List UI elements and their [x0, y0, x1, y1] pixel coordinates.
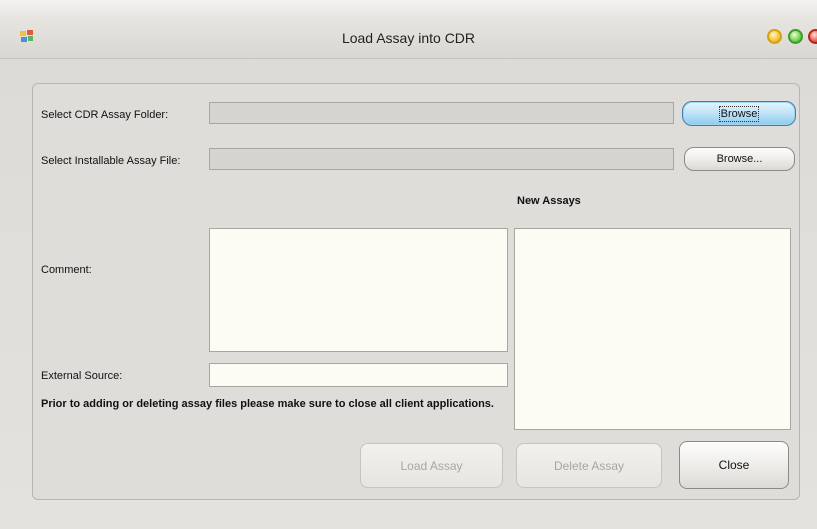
window-title: Load Assay into CDR	[341, 30, 476, 46]
new-assays-list[interactable]	[514, 228, 791, 430]
installable-file-field[interactable]	[209, 148, 674, 170]
browse-cdr-folder-button[interactable]: Browse	[682, 101, 796, 126]
comment-label: Comment:	[41, 264, 92, 276]
load-assay-button[interactable]: Load Assay	[360, 443, 503, 488]
new-assays-label: New Assays	[517, 195, 581, 207]
delete-assay-button[interactable]: Delete Assay	[516, 443, 662, 488]
minimize-button[interactable]	[767, 29, 782, 44]
browse-cdr-folder-label: Browse	[718, 105, 760, 122]
title-bar[interactable]: Load Assay into CDR	[0, 0, 817, 59]
title-close-button[interactable]	[808, 29, 817, 44]
maximize-button[interactable]	[788, 29, 803, 44]
external-source-label: External Source:	[41, 370, 123, 382]
comment-field[interactable]	[209, 228, 508, 352]
cdr-folder-label: Select CDR Assay Folder:	[41, 109, 169, 121]
load-assay-window: Load Assay into CDR Select CDR Assay Fol…	[0, 0, 817, 529]
cdr-folder-field[interactable]	[209, 102, 674, 124]
close-button[interactable]: Close	[679, 441, 789, 489]
external-source-field[interactable]	[209, 363, 508, 387]
installable-file-label: Select Installable Assay File:	[41, 155, 181, 167]
browse-installable-file-button[interactable]: Browse...	[684, 147, 795, 171]
warning-message: Prior to adding or deleting assay files …	[41, 398, 494, 410]
